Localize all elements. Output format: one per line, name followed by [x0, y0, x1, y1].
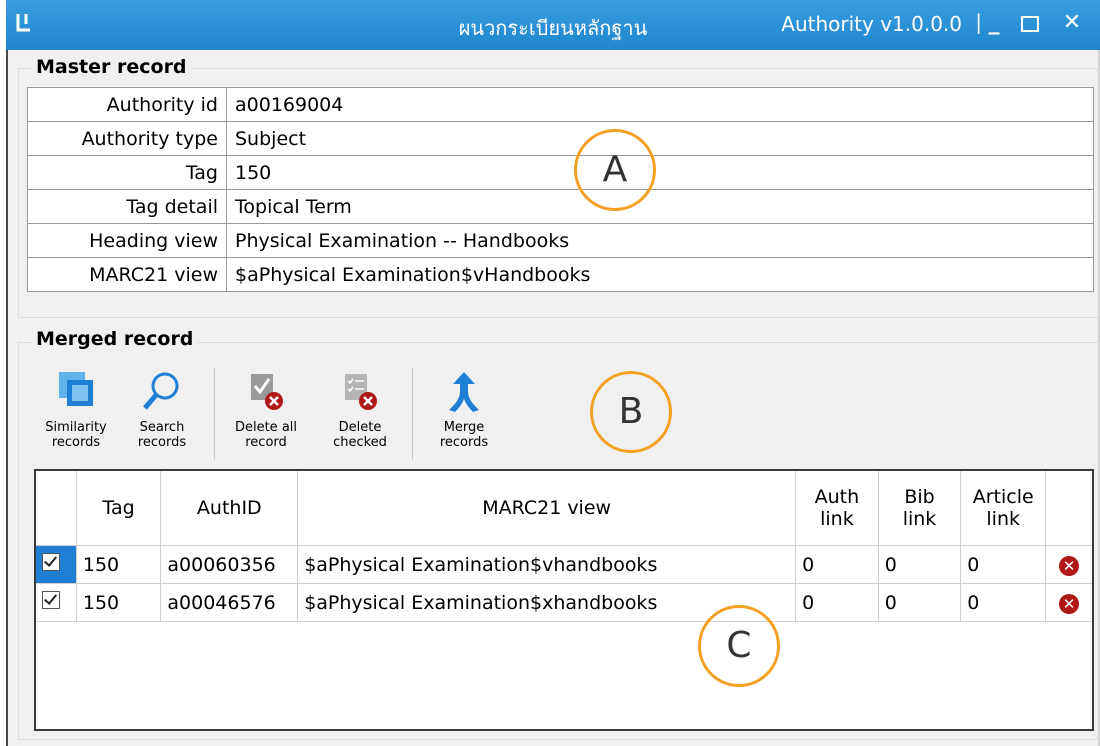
- col-bib-link-line2: link: [902, 508, 937, 530]
- delete-row-icon[interactable]: ✕: [1059, 555, 1080, 576]
- row-auth-link: 0: [795, 545, 879, 584]
- merge-icon: [441, 368, 487, 414]
- toolbar-divider: [214, 368, 215, 460]
- master-row: Heading view Physical Examination -- Hand…: [27, 223, 1094, 258]
- delete-all-button[interactable]: Delete all record: [226, 368, 306, 450]
- annotation-a: A: [574, 129, 656, 211]
- delete-checked-label-2: checked: [333, 435, 387, 450]
- row-marc21: $aPhysical Examination$vhandbooks: [297, 545, 797, 584]
- merged-record-label: Merged record: [32, 328, 198, 350]
- similarity-label-1: Similarity: [45, 420, 107, 435]
- row-checkbox[interactable]: [42, 591, 60, 609]
- search-label-2: records: [137, 435, 187, 450]
- col-marc21-view[interactable]: MARC21 view: [297, 471, 797, 546]
- maximize-button[interactable]: [1016, 8, 1044, 38]
- master-value: Physical Examination -- Handbooks: [226, 223, 1094, 258]
- master-value: 150: [226, 155, 1094, 190]
- toolbar-divider: [412, 368, 413, 460]
- close-button[interactable]: ✕: [1058, 8, 1086, 38]
- master-key: Tag: [27, 155, 227, 190]
- delete-column-header: [1045, 471, 1092, 546]
- row-tag: 150: [76, 583, 162, 622]
- row-checkbox[interactable]: [42, 553, 60, 571]
- similarity-icon: [53, 368, 99, 414]
- master-row: Authority type Subject: [27, 121, 1094, 156]
- master-key: Heading view: [27, 223, 227, 258]
- merge-label-1: Merge: [443, 420, 485, 435]
- delete-checked-icon: [337, 368, 383, 414]
- delete-all-label-2: record: [245, 435, 287, 450]
- merge-records-button[interactable]: Merge records: [424, 368, 504, 450]
- title-bar: ผนวกระเบียนหลักฐาน Authority v1.0.0.0 | …: [6, 0, 1100, 50]
- table-row[interactable]: 150 a00046576 $aPhysical Examination$xha…: [36, 583, 1092, 622]
- row-authid: a00046576: [160, 583, 299, 622]
- header-row: Tag AuthID MARC21 view Auth link Bib link …: [36, 471, 1092, 546]
- merged-records-grid: Tag AuthID MARC21 view Auth link Bib link …: [34, 469, 1094, 731]
- row-select-cell[interactable]: [36, 545, 77, 584]
- merge-authority-window: ผนวกระเบียนหลักฐาน Authority v1.0.0.0 | …: [6, 0, 1100, 746]
- col-auth-link-line1: Auth: [814, 486, 860, 508]
- table-row[interactable]: 150 a00060356 $aPhysical Examination$vha…: [36, 545, 1092, 584]
- merged-records-table: Tag AuthID MARC21 view Auth link Bib link …: [36, 471, 1092, 622]
- col-bib-link-line1: Bib: [904, 486, 935, 508]
- row-delete-cell[interactable]: ✕: [1045, 583, 1092, 622]
- master-value: a00169004: [226, 87, 1094, 122]
- row-auth-link: 0: [795, 583, 879, 622]
- col-article-link-line1: Article: [972, 486, 1034, 508]
- col-auth-link[interactable]: Auth link: [795, 471, 879, 546]
- col-auth-link-line2: link: [820, 508, 854, 530]
- col-article-link-line2: link: [986, 508, 1020, 530]
- master-row: Authority id a00169004: [27, 87, 1094, 122]
- row-authid: a00060356: [160, 545, 299, 584]
- select-column-header: [36, 471, 77, 546]
- delete-checked-button[interactable]: Delete checked: [320, 368, 400, 450]
- master-value: $aPhysical Examination$vHandbooks: [226, 257, 1094, 292]
- delete-row-icon[interactable]: ✕: [1059, 593, 1080, 614]
- annotation-c: C: [698, 605, 780, 687]
- minimize-button[interactable]: _: [980, 8, 1008, 38]
- row-article-link: 0: [960, 545, 1047, 584]
- col-authid[interactable]: AuthID: [160, 471, 299, 546]
- row-select-cell[interactable]: [36, 583, 77, 622]
- search-icon: [139, 368, 185, 414]
- row-article-link: 0: [960, 583, 1047, 622]
- annotation-b: B: [590, 371, 672, 453]
- row-bib-link: 0: [878, 583, 962, 622]
- master-value: Subject: [226, 121, 1094, 156]
- master-record-label: Master record: [32, 56, 191, 78]
- row-delete-cell[interactable]: ✕: [1045, 545, 1092, 584]
- app-version: Authority v1.0.0.0: [781, 12, 962, 36]
- row-tag: 150: [76, 545, 162, 584]
- delete-all-icon: [243, 368, 289, 414]
- col-tag[interactable]: Tag: [76, 471, 162, 546]
- master-row: MARC21 view $aPhysical Examination$vHandb…: [27, 257, 1094, 292]
- search-label-1: Search: [139, 420, 185, 435]
- row-bib-link: 0: [878, 545, 962, 584]
- master-key: Authority id: [27, 87, 227, 122]
- similarity-records-button[interactable]: Similarity records: [36, 368, 116, 450]
- search-records-button[interactable]: Search records: [122, 368, 202, 450]
- merge-label-2: records: [439, 435, 489, 450]
- master-row: Tag detail Topical Term: [27, 189, 1094, 224]
- master-key: Tag detail: [27, 189, 227, 224]
- master-row: Tag 150: [27, 155, 1094, 190]
- delete-checked-label-1: Delete: [338, 420, 382, 435]
- delete-all-label-1: Delete all: [234, 420, 298, 435]
- master-record-table: Authority id a00169004 Authority type Subj…: [27, 87, 1094, 292]
- master-key: Authority type: [27, 121, 227, 156]
- master-key: MARC21 view: [27, 257, 227, 292]
- master-value: Topical Term: [226, 189, 1094, 224]
- col-bib-link[interactable]: Bib link: [878, 471, 962, 546]
- col-article-link[interactable]: Article link: [960, 471, 1047, 546]
- maximize-icon: [1021, 16, 1039, 32]
- similarity-label-2: records: [51, 435, 101, 450]
